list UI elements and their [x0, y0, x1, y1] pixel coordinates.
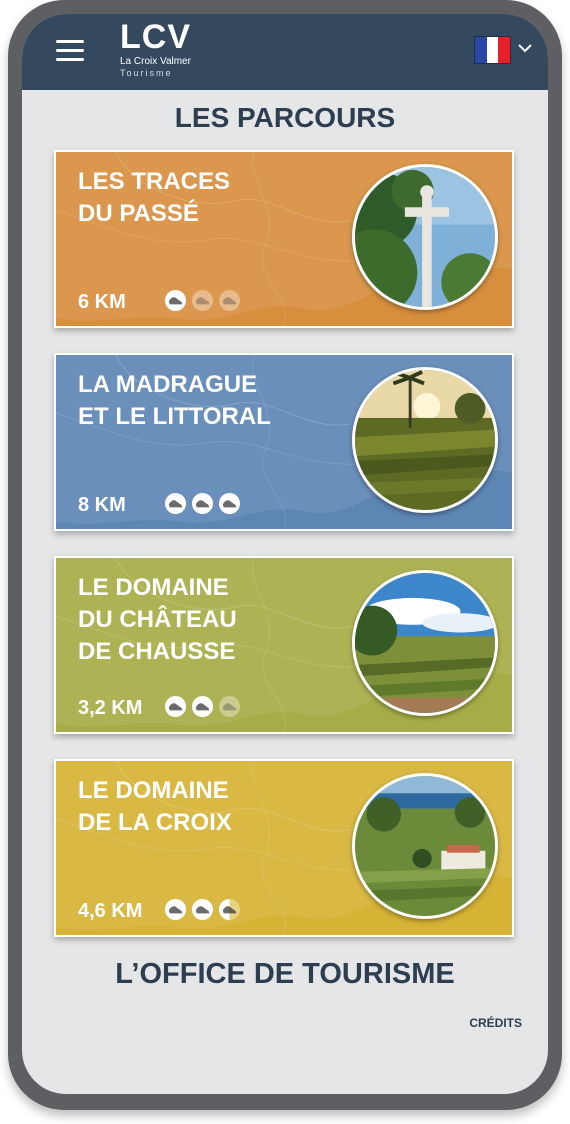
chevron-down-icon	[518, 44, 532, 53]
route-distance: 4,6 KM	[78, 900, 143, 922]
walking-shoe-icon	[164, 289, 187, 312]
app-screen: LCV La Croix Valmer Tourisme LES PARCOUR…	[22, 14, 548, 1094]
walking-shoe-icon	[164, 898, 187, 921]
walking-shoe-icon	[218, 492, 241, 515]
route-title: LES TRACES DU PASSÉ	[78, 166, 328, 230]
logo-mark: LCV	[120, 18, 191, 56]
flag-france-icon	[474, 36, 511, 64]
route-title: LE DOMAINE DU CHÂTEAU DE CHAUSSE	[78, 572, 328, 668]
route-photo	[352, 570, 498, 716]
page-title: LES PARCOURS	[174, 102, 396, 133]
walking-shoe-icon	[191, 898, 214, 921]
logo-subtitle: Tourisme	[120, 68, 173, 78]
app-header: LCV La Croix Valmer Tourisme	[22, 14, 548, 90]
route-title-line: ET LE LITTORAL	[78, 403, 271, 430]
route-title-line: LES TRACES	[78, 168, 231, 195]
phone-frame: LCV La Croix Valmer Tourisme LES PARCOUR…	[8, 0, 562, 1110]
walking-shoe-icon	[164, 695, 187, 718]
route-distance: 3,2 KM	[78, 697, 143, 719]
language-selector[interactable]	[474, 36, 534, 66]
walking-shoe-icon	[191, 289, 214, 312]
logo-title: La Croix Valmer	[120, 56, 191, 67]
route-card[interactable]: LE DOMAINE DE LA CROIX 4,6 KM	[54, 759, 514, 937]
route-photo	[352, 164, 498, 310]
walking-shoe-icon	[218, 898, 241, 921]
tourist-office-title[interactable]: L’OFFICE DE TOURISME	[22, 958, 548, 991]
route-title-line: DU PASSÉ	[78, 200, 199, 227]
route-distance: 8 KM	[78, 494, 126, 516]
route-title-line: DE LA CROIX	[78, 809, 232, 836]
route-title-line: LE DOMAINE	[78, 574, 229, 601]
route-title-line: DE CHAUSSE	[78, 638, 236, 665]
walking-shoe-icon	[218, 695, 241, 718]
difficulty-rating	[164, 492, 241, 515]
hamburger-menu-icon[interactable]	[56, 40, 84, 62]
walking-shoe-icon	[218, 289, 241, 312]
walking-shoe-icon	[164, 492, 187, 515]
route-title-line: DU CHÂTEAU	[78, 606, 237, 633]
difficulty-rating	[164, 695, 241, 718]
route-photo	[352, 773, 498, 919]
difficulty-rating	[164, 289, 241, 312]
route-card[interactable]: LE DOMAINE DU CHÂTEAU DE CHAUSSE 3,2 KM	[54, 556, 514, 734]
route-title-line: LA MADRAGUE	[78, 371, 258, 398]
difficulty-rating	[164, 898, 241, 921]
walking-shoe-icon	[191, 492, 214, 515]
route-card[interactable]: LES TRACES DU PASSÉ 6 KM	[54, 150, 514, 328]
route-card[interactable]: LA MADRAGUE ET LE LITTORAL 8 KM	[54, 353, 514, 531]
credits-link[interactable]: CRÉDITS	[469, 1016, 522, 1030]
route-title-line: LE DOMAINE	[78, 777, 229, 804]
logo[interactable]: LCV La Croix Valmer Tourisme	[120, 20, 210, 84]
route-photo	[352, 367, 498, 513]
route-distance: 6 KM	[78, 291, 126, 313]
route-title: LE DOMAINE DE LA CROIX	[78, 775, 328, 839]
route-title: LA MADRAGUE ET LE LITTORAL	[78, 369, 328, 433]
walking-shoe-icon	[191, 695, 214, 718]
